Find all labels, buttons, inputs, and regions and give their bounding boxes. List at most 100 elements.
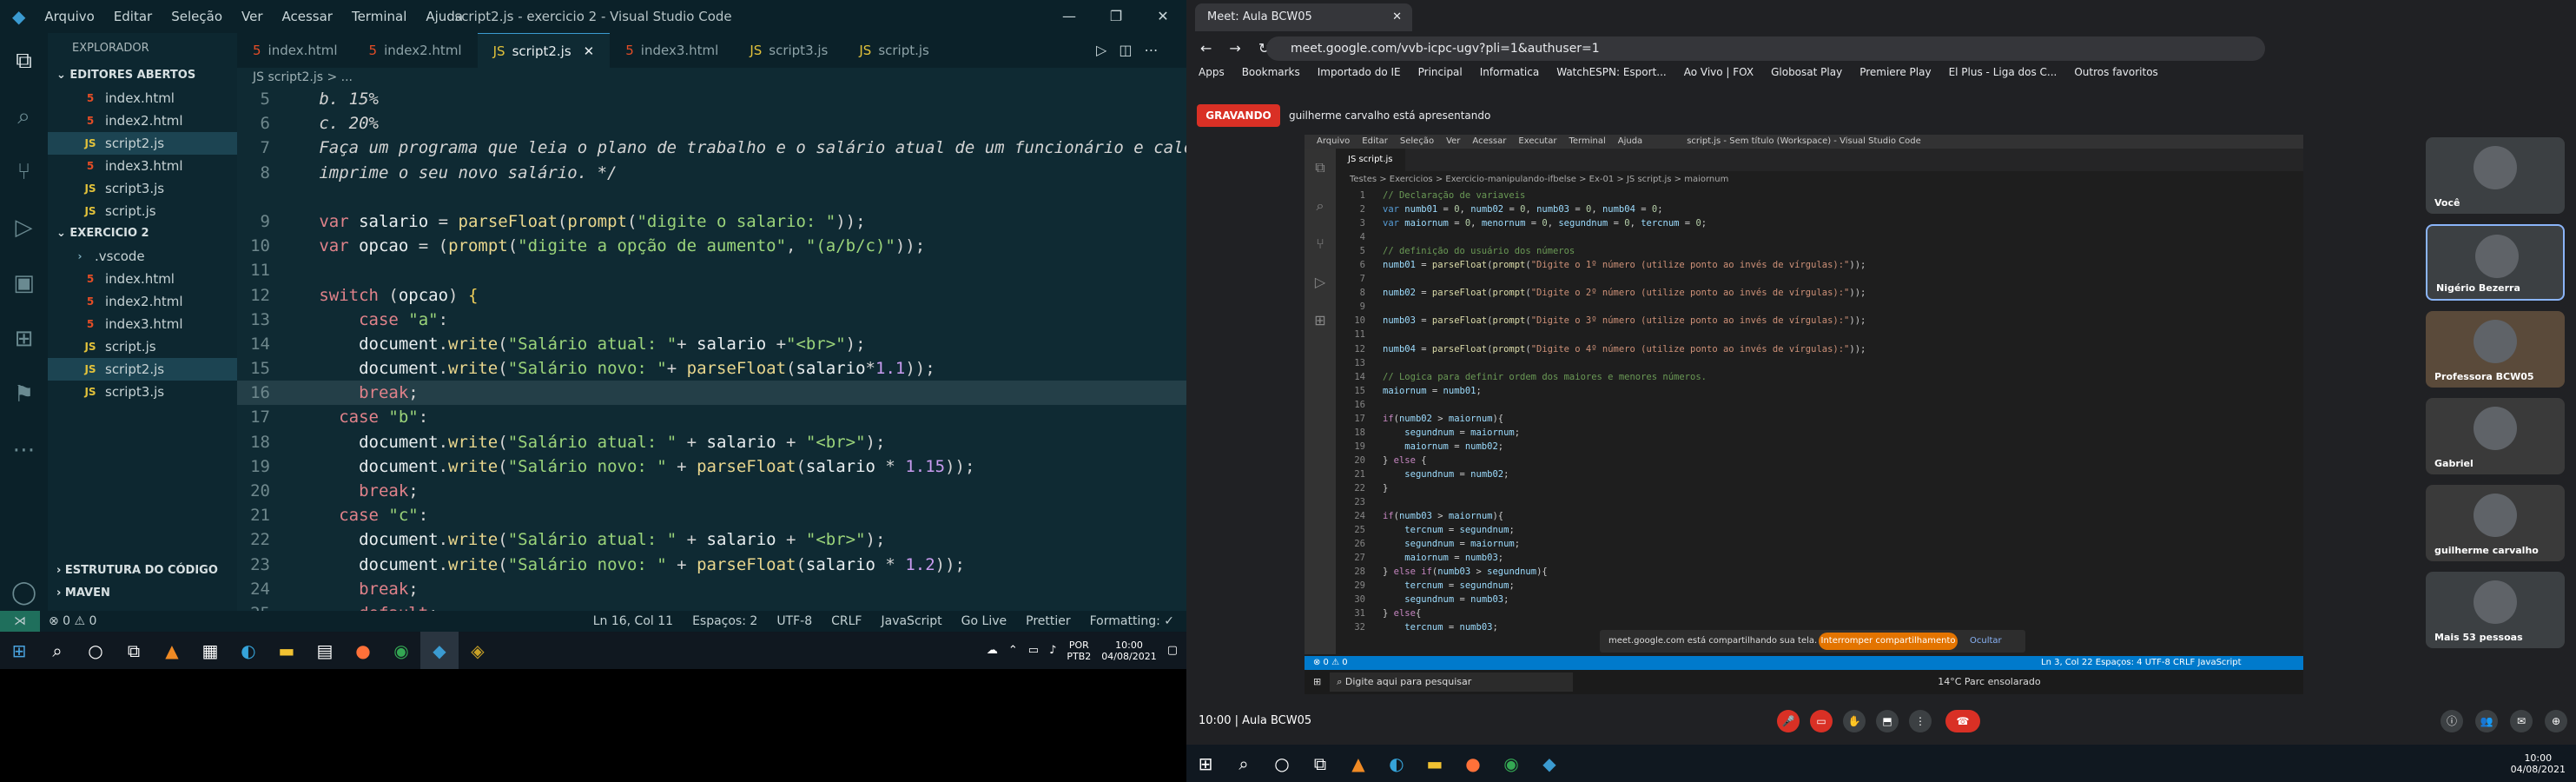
clock-time[interactable]: 10:00 bbox=[2511, 752, 2566, 764]
split-editor-icon[interactable]: ◫ bbox=[1119, 42, 1132, 58]
problems-count[interactable]: ⊗ 0 ⚠ 0 bbox=[49, 611, 96, 632]
file-tree-item[interactable]: 5 index.html bbox=[48, 268, 237, 290]
run-icon[interactable]: ▷ bbox=[0, 200, 48, 255]
bookmark-icon[interactable]: ⚑ bbox=[0, 367, 48, 422]
edge-icon[interactable]: ◐ bbox=[1377, 745, 1416, 782]
bookmark-item[interactable]: WatchESPN: Esport... bbox=[1556, 66, 1667, 78]
open-editor-item[interactable]: JS script2.js bbox=[48, 132, 237, 155]
explorer-icon[interactable]: ⧉ bbox=[0, 33, 48, 89]
status-item[interactable]: Ln 16, Col 11 bbox=[593, 611, 673, 632]
browser-tab[interactable]: Meet: Aula BCW05 ✕ bbox=[1195, 3, 1412, 31]
vlc-icon[interactable]: ▲ bbox=[1339, 745, 1377, 782]
open-editor-item[interactable]: 5 index.html bbox=[48, 87, 237, 109]
file-explorer-icon[interactable]: ▬ bbox=[1416, 745, 1454, 782]
more-participants-tile[interactable]: Mais 53 pessoas bbox=[2426, 572, 2565, 648]
more-options-icon[interactable]: ⋮ bbox=[1909, 710, 1932, 732]
firefox-icon[interactable]: ● bbox=[1454, 745, 1492, 782]
firefox-icon[interactable]: ● bbox=[344, 632, 382, 669]
extensions-icon[interactable]: ⊞ bbox=[0, 311, 48, 367]
open-editor-item[interactable]: JS script.js bbox=[48, 200, 237, 222]
clock-time[interactable]: 10:00 bbox=[1101, 640, 1156, 651]
bookmark-item[interactable]: Apps bbox=[1199, 66, 1225, 78]
windows-start-icon[interactable]: ⊞ bbox=[0, 632, 38, 669]
editor-tab[interactable]: 5 index3.html bbox=[610, 33, 734, 68]
editor-tab[interactable]: JS script.js bbox=[843, 33, 945, 68]
file-tree-item[interactable]: 5 index3.html bbox=[48, 313, 237, 335]
cortana-icon[interactable]: ○ bbox=[1263, 745, 1301, 782]
vlc-icon[interactable]: ▲ bbox=[153, 632, 191, 669]
address-bar[interactable]: meet.google.com/vvb-icpc-ugv?pli=1&authu… bbox=[1266, 36, 2265, 61]
vscode-taskbar-icon[interactable]: ◆ bbox=[420, 632, 459, 669]
activities-icon[interactable]: ⊕ bbox=[2545, 710, 2567, 732]
stop-sharing-button[interactable]: Interromper compartilhamento bbox=[1819, 633, 1958, 650]
network-icon[interactable]: ▭ bbox=[1028, 644, 1039, 657]
back-icon[interactable]: ← bbox=[1200, 40, 1212, 56]
chrome-icon[interactable]: ◉ bbox=[1492, 745, 1530, 782]
vscode-taskbar-icon[interactable]: ◆ bbox=[1530, 745, 1569, 782]
open-editors-section[interactable]: ⌄ EDITORES ABERTOS bbox=[48, 64, 237, 87]
bookmark-item[interactable]: Ao Vivo | FOX bbox=[1684, 66, 1754, 78]
windows-start-icon[interactable]: ⊞ bbox=[1186, 745, 1225, 782]
bookmark-item[interactable]: Premiere Play bbox=[1859, 66, 1931, 78]
chrome-icon[interactable]: ◉ bbox=[382, 632, 420, 669]
app-icon[interactable]: ▦ bbox=[191, 632, 229, 669]
editor-tab[interactable]: 5 index2.html bbox=[353, 33, 478, 68]
status-item[interactable]: Go Live bbox=[961, 611, 1007, 632]
bookmark-item[interactable]: Bookmarks bbox=[1242, 66, 1300, 78]
maven-section[interactable]: › MAVEN bbox=[48, 582, 237, 605]
search-icon[interactable]: ⌕ bbox=[38, 632, 76, 669]
leave-call-icon[interactable]: ☎ bbox=[1945, 710, 1980, 732]
status-item[interactable]: Prettier bbox=[1026, 611, 1071, 632]
participant-tile[interactable]: Nigério Bezerra bbox=[2426, 224, 2565, 301]
code-editor[interactable]: 5 b. 15% 6 c. 20% 7 Faça um programa que… bbox=[237, 87, 1186, 611]
bookmark-item[interactable]: Informatica bbox=[1480, 66, 1539, 78]
task-view-icon[interactable]: ⧉ bbox=[1301, 745, 1339, 782]
bookmark-item[interactable]: El Plus - Liga dos C... bbox=[1949, 66, 2057, 78]
mic-off-icon[interactable]: 🎤 bbox=[1777, 710, 1800, 732]
participant-tile[interactable]: guilherme carvalho bbox=[2426, 485, 2565, 561]
file-tree-item[interactable]: › .vscode bbox=[48, 245, 237, 268]
bookmark-item[interactable]: Globosat Play bbox=[1771, 66, 1842, 78]
maximize-icon[interactable]: ❐ bbox=[1093, 0, 1139, 33]
search-icon[interactable]: ⌕ bbox=[1225, 745, 1263, 782]
participant-tile[interactable]: Professora BCW05 bbox=[2426, 311, 2565, 388]
bookmark-item[interactable]: Importado do IE bbox=[1318, 66, 1401, 78]
run-file-icon[interactable]: ▷ bbox=[1096, 42, 1106, 58]
folder-section[interactable]: ⌄ EXERCICIO 2 bbox=[48, 222, 237, 245]
raise-hand-icon[interactable]: ✋ bbox=[1843, 710, 1866, 732]
status-item[interactable]: Formatting: ✓ bbox=[1090, 611, 1174, 632]
info-icon[interactable]: ⓘ bbox=[2441, 710, 2463, 732]
search-icon[interactable]: ⌕ bbox=[0, 89, 48, 144]
participant-tile[interactable]: Você bbox=[2426, 137, 2565, 214]
status-item[interactable]: Espaços: 2 bbox=[692, 611, 757, 632]
forward-icon[interactable]: → bbox=[1229, 40, 1240, 56]
notification-icon[interactable]: ▢ bbox=[1167, 644, 1178, 657]
task-view-icon[interactable]: ⧉ bbox=[115, 632, 153, 669]
present-icon[interactable]: ⬒ bbox=[1876, 710, 1899, 732]
remote-icon[interactable]: ▣ bbox=[0, 255, 48, 311]
participant-tile[interactable]: Gabriel bbox=[2426, 398, 2565, 474]
minimize-icon[interactable]: — bbox=[1046, 0, 1093, 33]
open-editor-item[interactable]: 5 index2.html bbox=[48, 109, 237, 132]
tray-arrow-icon[interactable]: ⌃ bbox=[1008, 644, 1018, 657]
more-actions-icon[interactable]: ⋯ bbox=[1144, 42, 1158, 58]
status-item[interactable]: JavaScript bbox=[881, 611, 941, 632]
more-icon[interactable]: ⋯ bbox=[0, 422, 48, 478]
close-icon[interactable]: ✕ bbox=[1139, 0, 1186, 33]
status-item[interactable]: UTF-8 bbox=[776, 611, 812, 632]
source-control-icon[interactable]: ⑂ bbox=[0, 144, 48, 200]
camera-off-icon[interactable]: ▭ bbox=[1810, 710, 1833, 732]
file-tree-item[interactable]: JS script.js bbox=[48, 335, 237, 358]
bookmark-item[interactable]: Outros favoritos bbox=[2074, 66, 2157, 78]
open-editor-item[interactable]: JS script3.js bbox=[48, 177, 237, 200]
chat-icon[interactable]: ✉ bbox=[2510, 710, 2533, 732]
lang-indicator[interactable]: POR bbox=[1067, 640, 1091, 651]
store-icon[interactable]: ▤ bbox=[306, 632, 344, 669]
editor-tab[interactable]: 5 index.html bbox=[237, 33, 353, 68]
edge-icon[interactable]: ◐ bbox=[229, 632, 268, 669]
editor-tab[interactable]: JS script3.js bbox=[734, 33, 843, 68]
volume-icon[interactable]: ♪ bbox=[1049, 644, 1056, 657]
hide-button[interactable]: Ocultar bbox=[1970, 630, 2002, 653]
file-tree-item[interactable]: JS script2.js bbox=[48, 358, 237, 381]
open-editor-item[interactable]: 5 index3.html bbox=[48, 155, 237, 177]
